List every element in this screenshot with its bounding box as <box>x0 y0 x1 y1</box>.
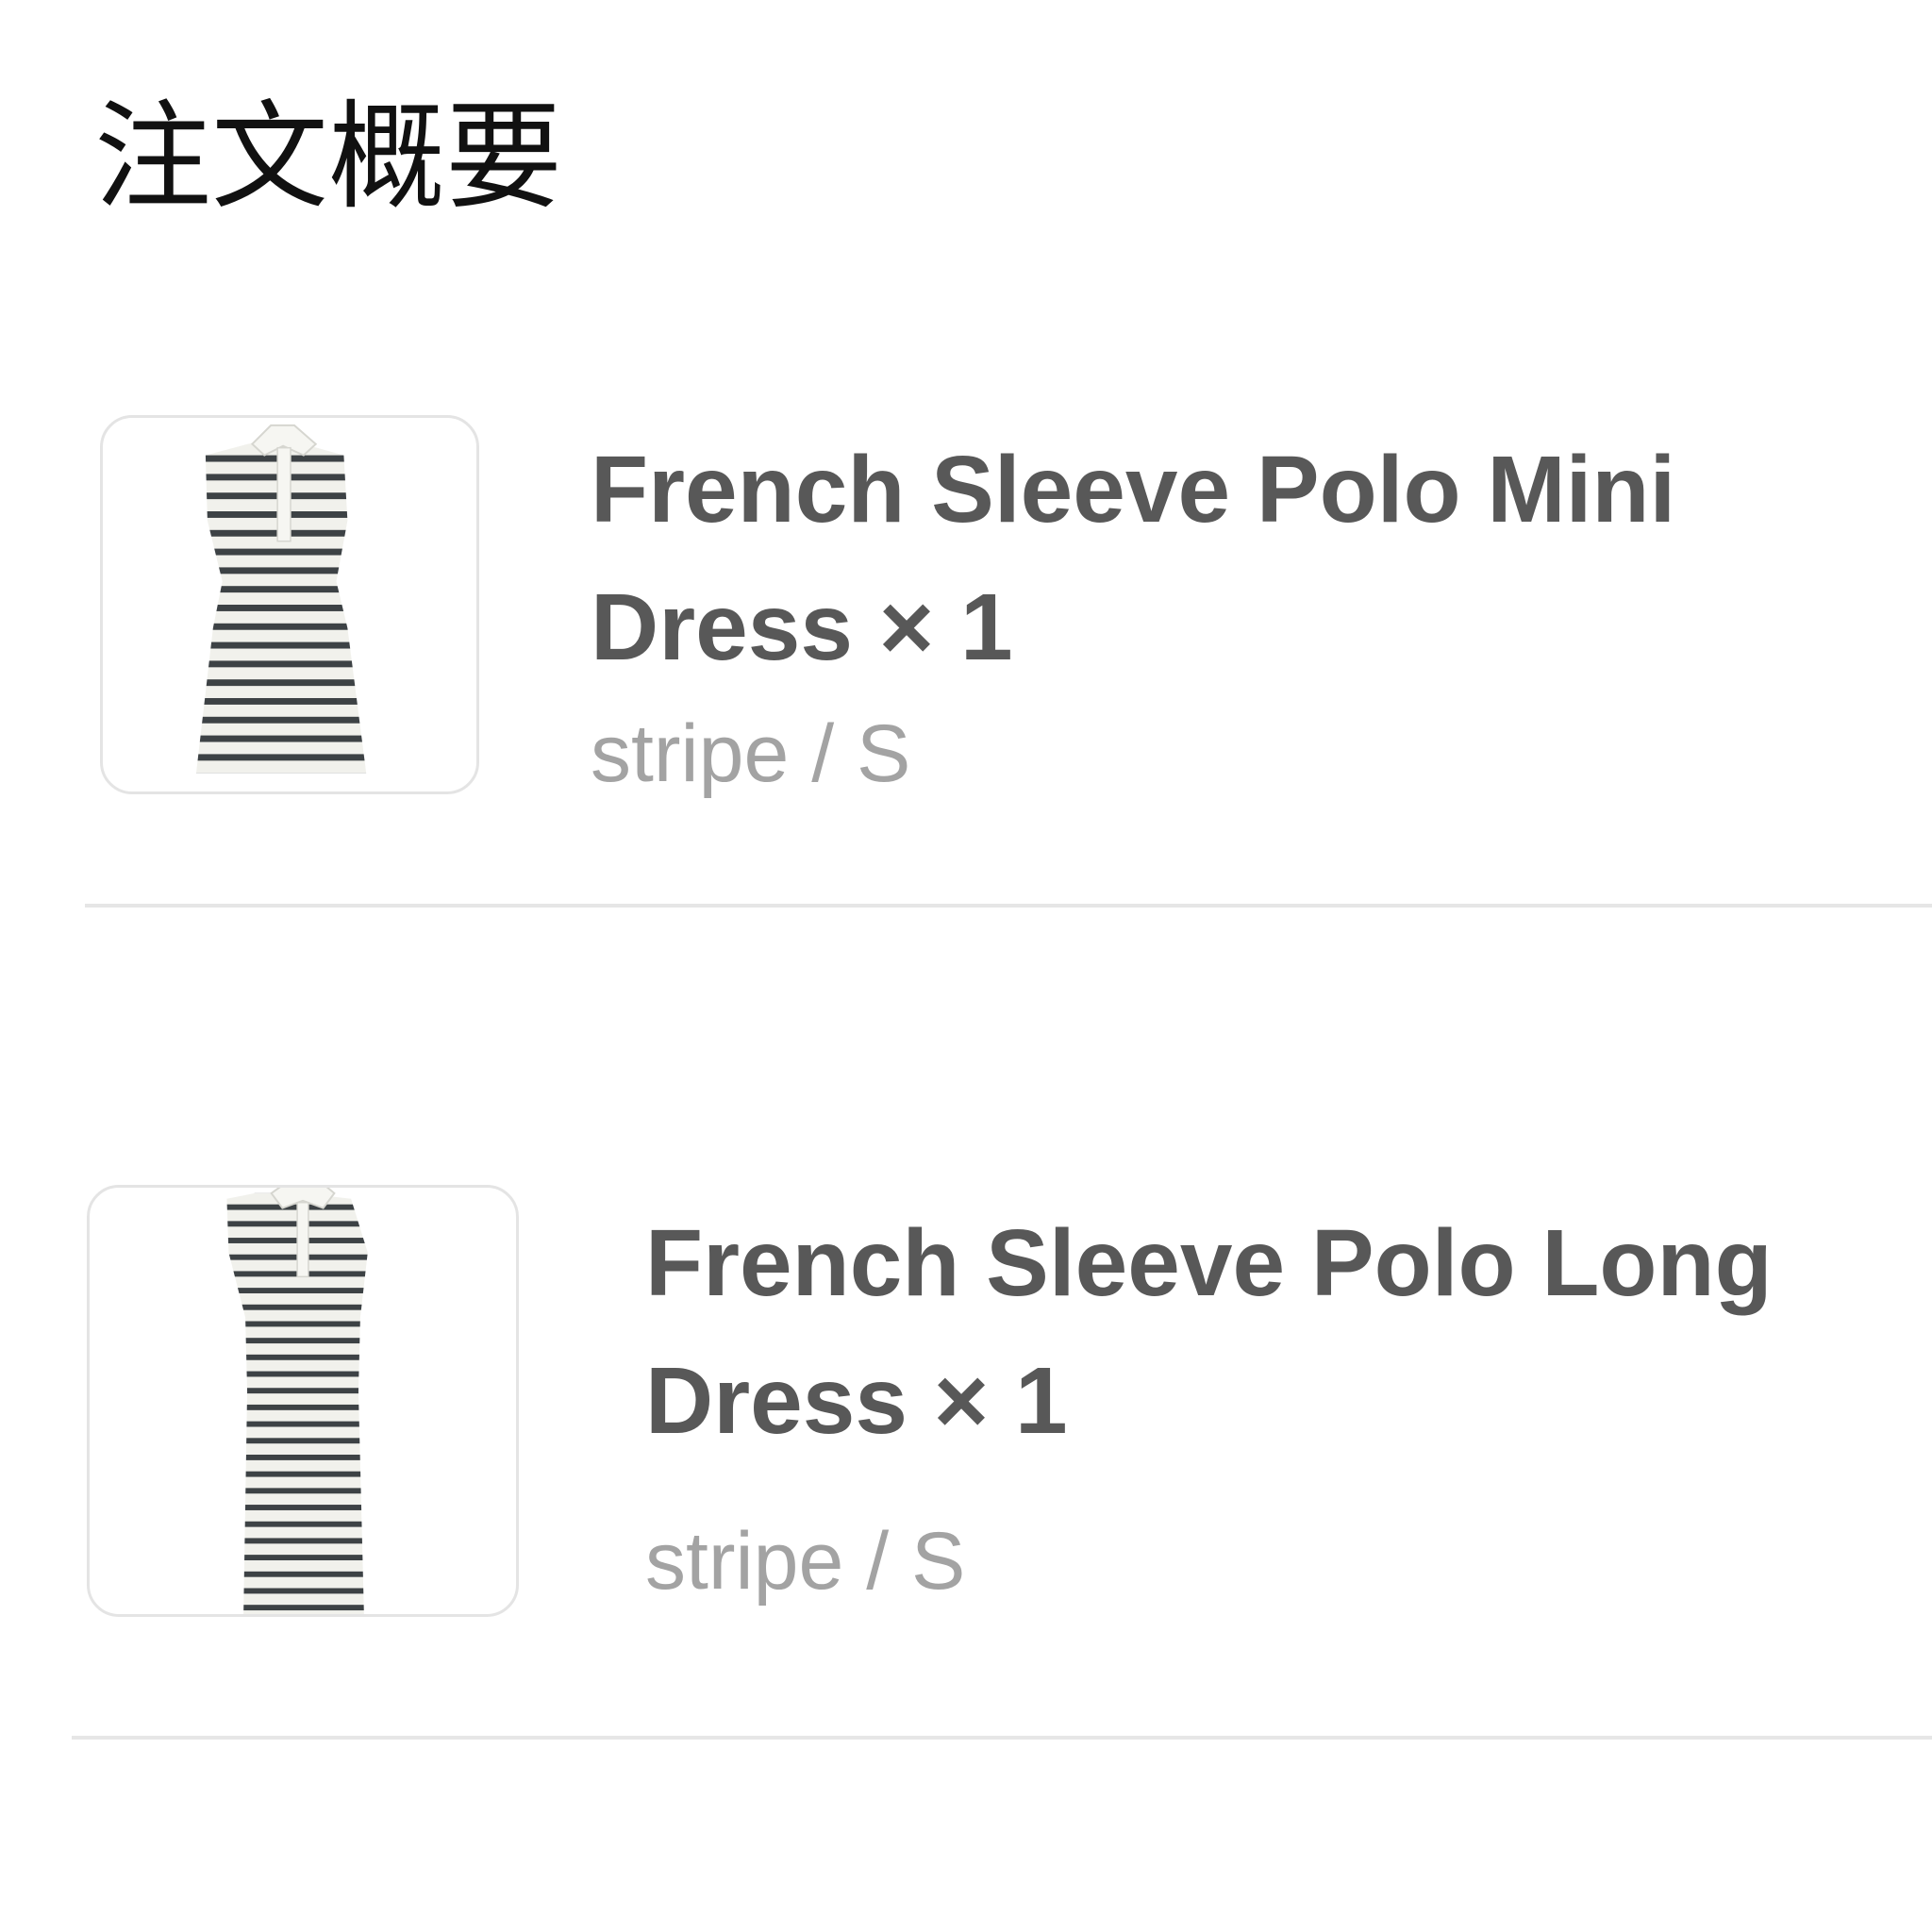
item-quantity: × 1 <box>933 1348 1068 1454</box>
product-thumbnail[interactable] <box>87 1185 519 1617</box>
page-title: 注文概要 <box>94 90 563 225</box>
item-name[interactable]: French Sleeve Polo Mini Dress × 1 <box>591 421 1770 696</box>
striped-mini-dress-image <box>196 424 367 774</box>
item-name[interactable]: French Sleeve Polo Long Dress × 1 <box>645 1194 1909 1470</box>
item-name-text[interactable]: French Sleeve Polo Mini Dress <box>591 437 1675 680</box>
item-divider <box>85 904 1932 908</box>
item-quantity: × 1 <box>878 575 1013 680</box>
item-variant: stripe / S <box>591 708 911 799</box>
item-divider <box>72 1736 1932 1740</box>
item-name-text[interactable]: French Sleeve Polo Long Dress <box>645 1210 1773 1454</box>
striped-long-dress-image <box>226 1188 368 1614</box>
product-thumbnail[interactable] <box>100 415 479 794</box>
item-variant: stripe / S <box>645 1516 966 1607</box>
